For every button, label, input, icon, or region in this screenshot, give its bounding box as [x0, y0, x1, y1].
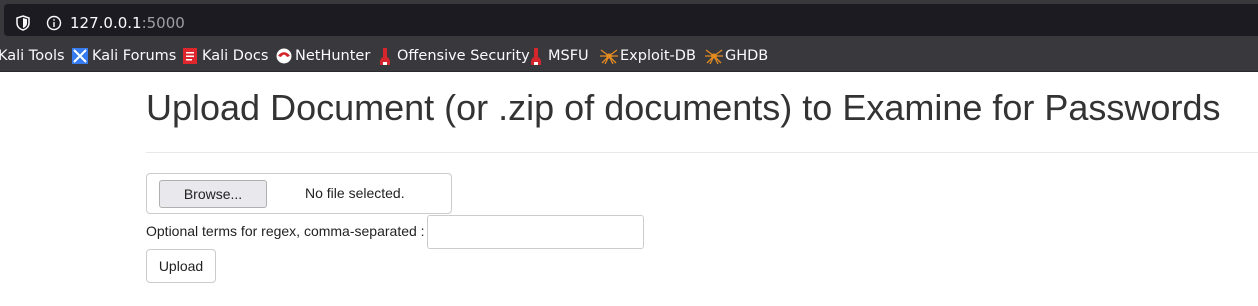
bookmark-label: Offensive Security	[397, 48, 530, 64]
bookmarks-toolbar: Kali Tools Kali Forums Kali Docs NetHunt…	[0, 40, 1258, 72]
bookmark-label: Kali Docs	[202, 48, 269, 64]
site-info-icon[interactable]	[46, 15, 62, 31]
ghdb-icon	[705, 49, 723, 64]
regex-label: Optional terms for regex, comma-separate…	[146, 223, 425, 239]
msfu-icon	[531, 48, 541, 65]
bookmark-label: NetHunter	[295, 48, 371, 64]
bookmark-label: Exploit-DB	[620, 48, 696, 64]
offsec-icon	[380, 48, 390, 65]
bookmark-label: Kali Forums	[92, 48, 177, 64]
bookmark-label: GHDB	[725, 48, 769, 64]
bookmark-kali-tools[interactable]: Kali Tools	[0, 47, 65, 65]
tracking-protection-shield-icon[interactable]	[16, 15, 30, 31]
bookmark-nethunter[interactable]: NetHunter	[276, 47, 371, 65]
kali-forums-icon	[72, 48, 88, 64]
upload-button[interactable]: Upload	[146, 249, 216, 283]
bookmark-kali-docs[interactable]: Kali Docs	[183, 47, 269, 65]
url-host: 127.0.0.1	[70, 14, 142, 32]
nethunter-icon	[276, 48, 292, 64]
url-text[interactable]: 127.0.0.1:5000	[70, 14, 185, 32]
url-port: :5000	[141, 14, 185, 32]
bookmark-kali-forums[interactable]: Kali Forums	[72, 47, 176, 65]
bookmark-msfu[interactable]: MSFU	[530, 47, 592, 65]
kali-docs-icon	[183, 48, 197, 64]
bookmark-exploit-db[interactable]: Exploit-DB	[600, 47, 696, 65]
bookmark-offensive-security[interactable]: Offensive Security	[379, 47, 530, 65]
exploit-db-icon	[600, 49, 618, 64]
bookmark-label: Kali Tools	[0, 48, 65, 64]
bookmark-ghdb[interactable]: GHDB	[705, 47, 771, 65]
divider	[146, 152, 1258, 153]
browse-button[interactable]: Browse...	[159, 180, 267, 208]
file-input[interactable]: Browse... No file selected.	[146, 173, 452, 214]
file-status: No file selected.	[305, 185, 405, 201]
regex-input[interactable]	[427, 215, 644, 249]
bookmark-label: MSFU	[548, 48, 589, 64]
page-title: Upload Document (or .zip of documents) t…	[146, 87, 1221, 128]
address-field[interactable]: 127.0.0.1:5000	[4, 4, 1258, 36]
browser-url-bar: 127.0.0.1:5000	[0, 0, 1258, 40]
